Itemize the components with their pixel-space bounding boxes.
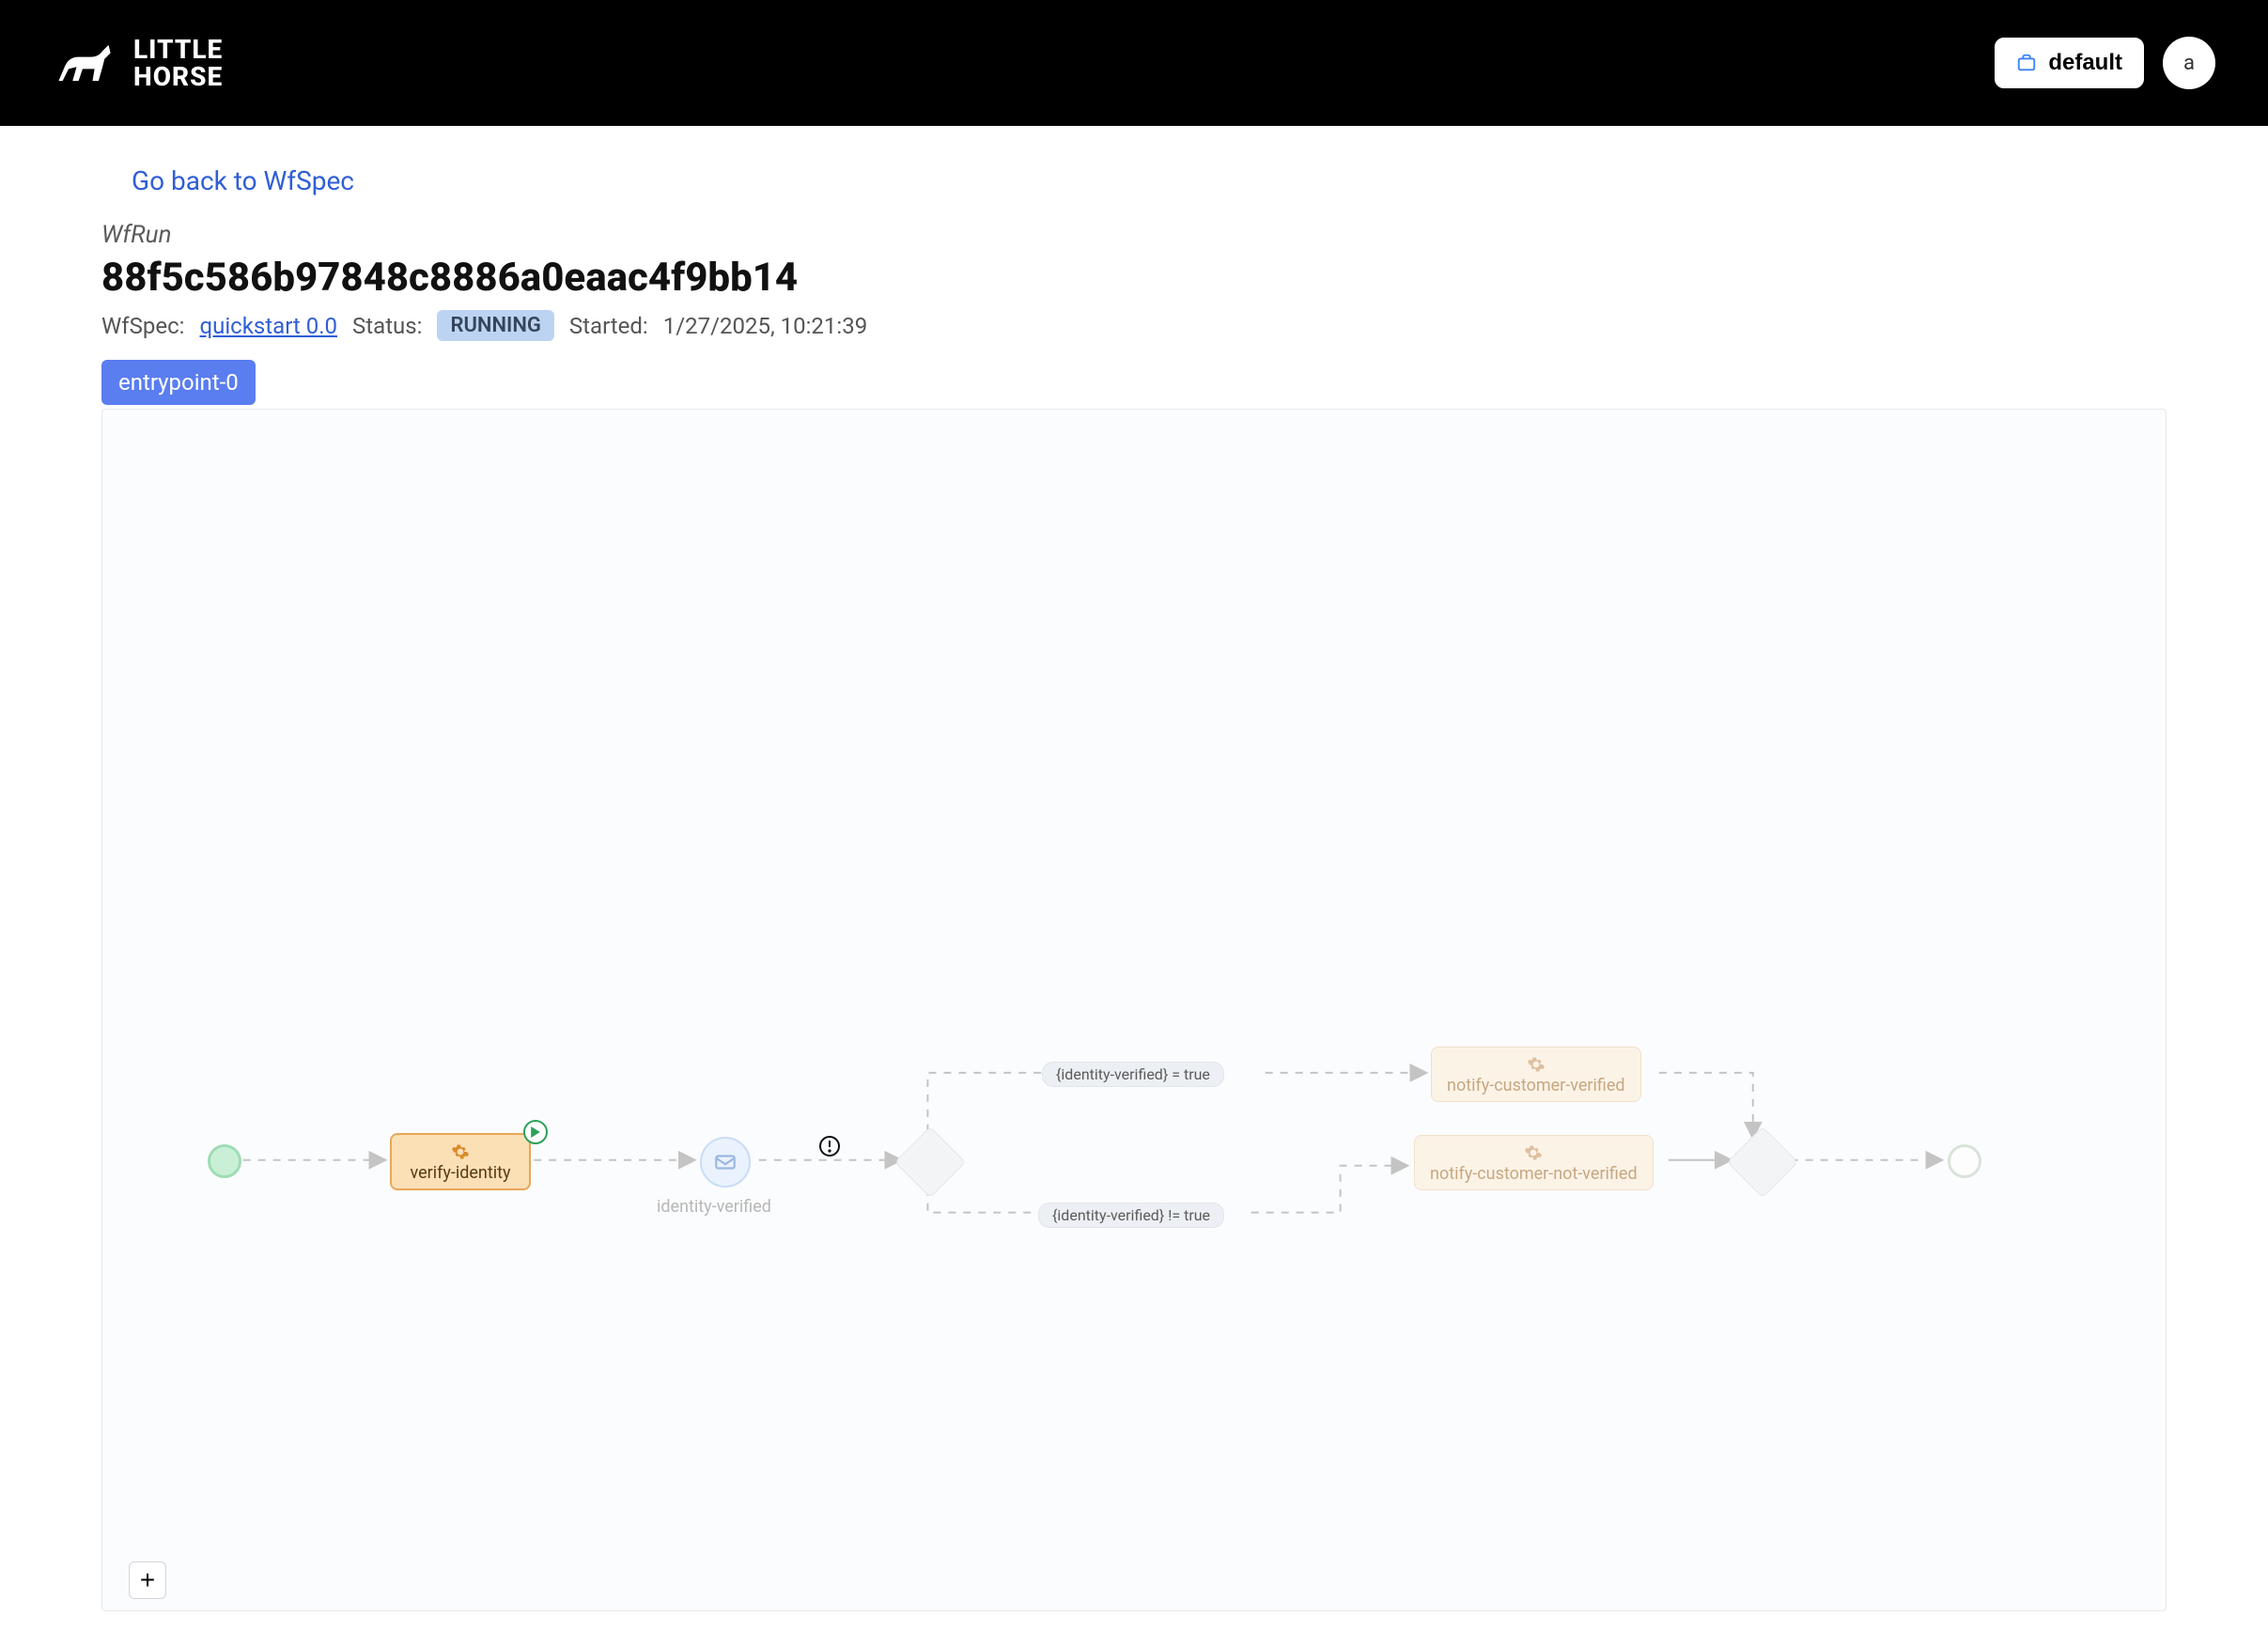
brand-line1: LITTLE [133,36,223,63]
user-avatar[interactable]: a [2163,37,2215,89]
task-label: notify-customer-verified [1447,1076,1625,1095]
back-link[interactable]: Go back to WfSpec [132,165,354,196]
wfspec-link[interactable]: quickstart 0.0 [199,313,337,339]
alert-icon [818,1135,841,1157]
gateway-node-1[interactable] [905,1137,955,1188]
section-label: WfRun [101,221,2167,249]
run-id-title: 88f5c586b97848c8886a0eaac4f9bb14 [101,255,2167,301]
meta-row: WfSpec: quickstart 0.0 Status: RUNNING S… [101,310,2167,341]
brand-text: LITTLE HORSE [133,36,223,91]
external-event-label: identity-verified [657,1197,771,1217]
workflow-canvas[interactable]: verify-identity identity-verified {ident… [101,409,2167,1611]
brand: LITTLE HORSE [53,36,223,91]
top-bar: LITTLE HORSE default a [0,0,2268,126]
external-event-node[interactable] [700,1137,751,1188]
status-badge: RUNNING [437,310,553,341]
edges-layer [102,410,2166,1610]
start-circle-icon [208,1144,241,1178]
thread-tabs: entrypoint-0 [101,360,2167,405]
diamond-icon [894,1126,966,1198]
zoom-in-button[interactable]: + [129,1561,166,1599]
horse-logo-icon [53,39,117,87]
briefcase-icon [2016,53,2037,73]
status-label: Status: [352,313,422,339]
workspace-selector-button[interactable]: default [1995,38,2144,88]
condition-true-label: {identity-verified} = true [1042,1062,1224,1087]
task-label: verify-identity [410,1163,510,1183]
task-notify-not-verified[interactable]: notify-customer-not-verified [1414,1135,1654,1190]
avatar-letter: a [2183,52,2195,75]
task-label: notify-customer-not-verified [1430,1164,1638,1184]
task-notify-verified[interactable]: notify-customer-verified [1431,1047,1641,1102]
play-status-icon [523,1120,548,1144]
envelope-icon [713,1150,738,1174]
diamond-icon [1727,1126,1798,1198]
gateway-node-2[interactable] [1737,1137,1788,1188]
brand-line2: HORSE [133,63,223,90]
started-label: Started: [569,313,648,339]
task-verify-identity[interactable]: verify-identity [390,1133,531,1190]
start-node[interactable] [208,1144,241,1178]
gear-icon [451,1142,470,1161]
workspace-name: default [2048,50,2122,76]
wfspec-label: WfSpec: [101,313,184,339]
tab-entrypoint-0[interactable]: entrypoint-0 [101,360,256,405]
gear-icon [1527,1055,1546,1074]
condition-false-label: {identity-verified} != true [1038,1203,1224,1228]
page-content: Go back to WfSpec WfRun 88f5c586b97848c8… [0,126,2268,1611]
started-value: 1/27/2025, 10:21:39 [663,313,867,339]
topbar-right: default a [1995,37,2215,89]
plus-icon: + [140,1565,155,1595]
gear-icon [1524,1143,1543,1162]
end-node[interactable] [1948,1144,1981,1178]
end-circle-icon [1948,1144,1981,1178]
